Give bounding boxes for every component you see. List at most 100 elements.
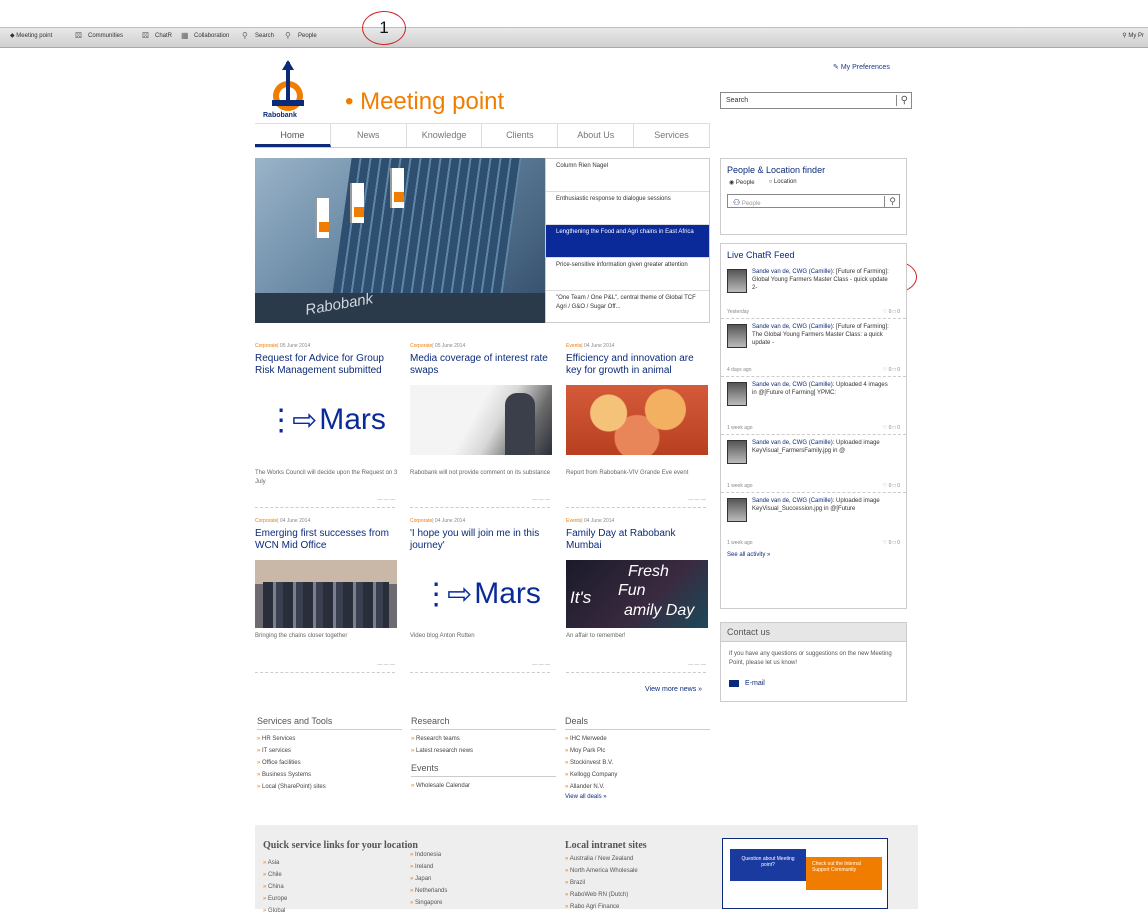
feed-item[interactable]: Sande van de, CWG (Camille): [Future of … <box>721 319 906 377</box>
headline-item[interactable]: Enthusiastic response to dialogue sessio… <box>546 192 709 225</box>
hero-image[interactable]: Rabobank <box>255 158 545 323</box>
card-category[interactable]: Events <box>566 518 581 524</box>
quick-link[interactable]: Asia <box>263 857 287 869</box>
card-image[interactable] <box>410 385 552 455</box>
headline-item-selected[interactable]: Lengthening the Food and Agri chains in … <box>546 225 709 258</box>
view-more-news-link[interactable]: View more news » <box>645 686 702 693</box>
intranet-link[interactable]: North America Wholesale <box>565 865 638 877</box>
avatar[interactable] <box>727 382 747 406</box>
link-item[interactable]: Latest research news <box>411 745 556 757</box>
promo-community-link[interactable]: Check out the Internal Support Community <box>806 857 882 890</box>
quick-link[interactable]: Singapore <box>410 897 447 909</box>
toolbar-chatr[interactable]: ⚄ ChatR <box>142 32 172 40</box>
link-item[interactable]: HR Services <box>257 733 402 745</box>
feed-item[interactable]: Sande van de, CWG (Camille): [Future of … <box>721 264 906 319</box>
feed-actions[interactable]: ♡ 0 □ 0 <box>883 309 900 315</box>
nav-home[interactable]: Home <box>255 124 331 147</box>
quick-link[interactable]: Japan <box>410 873 447 885</box>
toolbar-collaboration[interactable]: ▦ Collaboration <box>181 32 229 40</box>
link-item[interactable]: Allander N.V. <box>565 781 710 793</box>
search-icon[interactable]: ⚲ <box>895 95 908 106</box>
link-item[interactable]: Wholesale Calendar <box>411 780 556 792</box>
feed-author[interactable]: Sande van de, CWG (Camille): <box>752 269 834 275</box>
headline-item[interactable]: "One Team / One P&L", central theme of G… <box>546 291 709 324</box>
nav-news[interactable]: News <box>331 124 407 147</box>
nav-knowledge[interactable]: Knowledge <box>407 124 483 147</box>
card-title[interactable]: Request for Advice for Group Risk Manage… <box>255 353 400 379</box>
link-item[interactable]: Local (SharePoint) sites <box>257 781 402 793</box>
quick-link[interactable]: Chile <box>263 869 287 881</box>
feed-author[interactable]: Sande van de, CWG (Camille): <box>752 498 834 504</box>
toolbar-search[interactable]: ⚲ Search <box>242 32 274 40</box>
link-item[interactable]: Kellogg Company <box>565 769 710 781</box>
nav-services[interactable]: Services <box>634 124 710 147</box>
card-title[interactable]: 'I hope you will join me in this journey… <box>410 528 555 554</box>
intranet-link[interactable]: Rabo Agri Finance <box>565 901 638 913</box>
headline-item[interactable]: Price-sensitive information given greate… <box>546 258 709 291</box>
link-item[interactable]: IHC Merwede <box>565 733 710 745</box>
quick-link[interactable]: Europe <box>263 893 287 905</box>
feed-author[interactable]: Sande van de, CWG (Camille): <box>752 324 834 330</box>
card-image[interactable]: ⋮⇨ Mars <box>410 560 552 628</box>
quick-link[interactable]: Netherlands <box>410 885 447 897</box>
feed-text: Sande van de, CWG (Camille): Uploaded 4 … <box>752 381 892 397</box>
quick-link[interactable]: China <box>263 881 287 893</box>
link-item[interactable]: Stockinvest B.V. <box>565 757 710 769</box>
toolbar-my-profile[interactable]: ⚲ My Pr <box>1122 32 1144 39</box>
link-item[interactable]: Business Systems <box>257 769 402 781</box>
radio-people[interactable]: ◉ People <box>729 179 755 186</box>
people-search-input[interactable]: ⚇ People ⚲ <box>727 194 900 208</box>
card-title[interactable]: Emerging first successes from WCN Mid Of… <box>255 528 400 554</box>
search-icon[interactable]: ⚲ <box>884 196 896 207</box>
card-category[interactable]: Events <box>566 343 581 349</box>
feed-item[interactable]: Sande van de, CWG (Camille): Uploaded im… <box>721 493 906 549</box>
quick-link[interactable]: Global <box>263 905 287 917</box>
link-item[interactable]: Office facilities <box>257 757 402 769</box>
quick-link[interactable]: Indonesia <box>410 849 447 861</box>
nav-about-us[interactable]: About Us <box>558 124 635 147</box>
link-item[interactable]: Research teams <box>411 733 556 745</box>
intranet-link[interactable]: Brazil <box>565 877 638 889</box>
feed-actions[interactable]: ♡ 0 □ 0 <box>883 483 900 489</box>
avatar[interactable] <box>727 324 747 348</box>
link-item[interactable]: Moy Park Plc <box>565 745 710 757</box>
view-all-deals-link[interactable]: View all deals » <box>565 794 710 800</box>
see-all-activity-link[interactable]: See all activity » <box>721 549 906 561</box>
my-preferences-link[interactable]: ✎ My Preferences <box>833 63 890 71</box>
site-search-input[interactable]: Search ⚲ <box>720 92 912 109</box>
card-category[interactable]: Corporate <box>255 343 277 349</box>
email-link[interactable]: E-mail <box>721 676 906 691</box>
feed-item[interactable]: Sande van de, CWG (Camille): Uploaded im… <box>721 435 906 493</box>
toolbar-people[interactable]: ⚲ People <box>285 32 317 40</box>
avatar[interactable] <box>727 440 747 464</box>
headline-item[interactable]: Column Rien Nagel <box>546 159 709 192</box>
card-image[interactable]: ⋮⇨ Mars <box>255 385 397 455</box>
card-title[interactable]: Media coverage of interest rate swaps <box>410 353 555 379</box>
intranet-link[interactable]: Australia / New Zealand <box>565 853 638 865</box>
feed-actions[interactable]: ♡ 0 □ 0 <box>883 425 900 431</box>
card-category[interactable]: Corporate <box>255 518 277 524</box>
feed-actions[interactable]: ♡ 0 □ 0 <box>883 540 900 546</box>
card-image[interactable] <box>255 560 397 628</box>
support-promo-banner[interactable]: Question about Meeting point? Check out … <box>722 838 888 909</box>
card-title[interactable]: Efficiency and innovation are key for gr… <box>566 353 711 379</box>
card-image[interactable] <box>566 385 708 455</box>
intranet-link[interactable]: RaboWeb RN (Dutch) <box>565 889 638 901</box>
email-label: E-mail <box>745 680 765 687</box>
avatar[interactable] <box>727 269 747 293</box>
radio-location[interactable]: ○ Location <box>769 179 797 186</box>
quick-link[interactable]: Ireland <box>410 861 447 873</box>
toolbar-meeting-point[interactable]: ◆ Meeting point <box>10 32 52 39</box>
card-category[interactable]: Corporate <box>410 518 432 524</box>
card-title[interactable]: Family Day at Rabobank Mumbai <box>566 528 711 554</box>
avatar[interactable] <box>727 498 747 522</box>
toolbar-communities[interactable]: ⚄ Communities <box>75 32 123 40</box>
feed-item[interactable]: Sande van de, CWG (Camille): Uploaded 4 … <box>721 377 906 435</box>
feed-author[interactable]: Sande van de, CWG (Camille): <box>752 440 834 446</box>
feed-author[interactable]: Sande van de, CWG (Camille): <box>752 382 834 388</box>
link-item[interactable]: IT services <box>257 745 402 757</box>
nav-clients[interactable]: Clients <box>482 124 559 147</box>
card-category[interactable]: Corporate <box>410 343 432 349</box>
card-image[interactable]: It's Fresh Fun amily Day <box>566 560 708 628</box>
feed-actions[interactable]: ♡ 0 □ 0 <box>883 367 900 373</box>
